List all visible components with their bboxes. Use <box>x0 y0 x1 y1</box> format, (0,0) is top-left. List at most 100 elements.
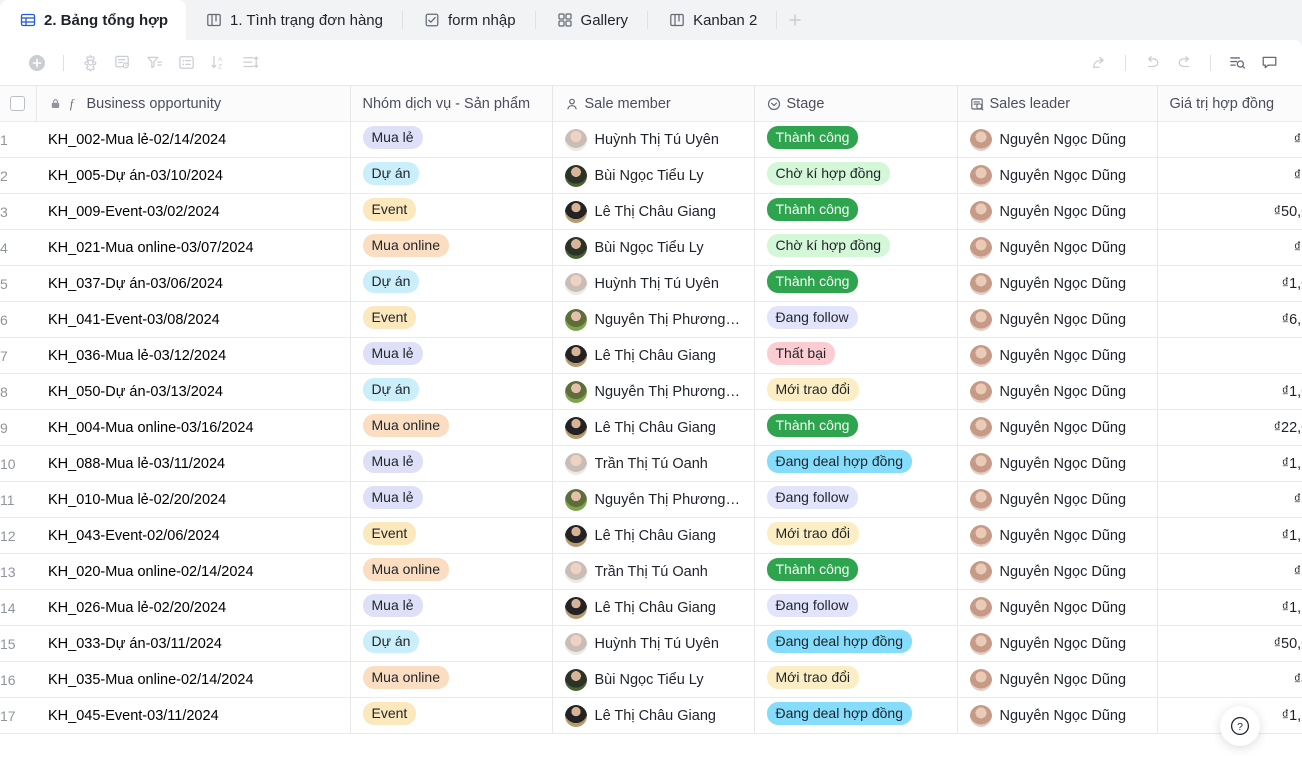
table-row[interactable]: 17 KH_045-Event-03/11/2024 Event Lê Thị Châ… <box>0 697 1302 734</box>
cell-nhom-dich-vu[interactable]: Event <box>350 193 553 230</box>
cell-sale-member[interactable]: Nguyễn Thị Phương ... <box>552 373 755 410</box>
table-row[interactable]: 16 KH_035-Mua online-02/14/2024 Mua online… <box>0 661 1302 698</box>
cell-gia-tri-hop-dong[interactable]: ₫175,0 <box>1157 121 1302 158</box>
header-business-opportunity[interactable]: f Business opportunity <box>36 85 351 122</box>
cell-sales-leader[interactable]: Nguyễn Ngọc Dũng <box>957 409 1158 446</box>
cell-sale-member[interactable]: Bùi Ngọc Tiểu Ly <box>552 229 755 266</box>
cell-gia-tri-hop-dong[interactable]: ₫1,200,0 <box>1157 517 1302 554</box>
cell-stage[interactable]: Thành công <box>754 265 958 302</box>
cell-business-opportunity[interactable]: KH_021-Mua online-03/07/2024 <box>36 229 351 266</box>
cell-sales-leader[interactable]: Nguyễn Ngọc Dũng <box>957 697 1158 734</box>
cell-gia-tri-hop-dong[interactable]: ₫1,200,0 <box>1157 445 1302 482</box>
cell-business-opportunity[interactable]: KH_033-Dự án-03/11/2024 <box>36 625 351 662</box>
tab-bang-tong-hop[interactable]: 2. Bảng tổng hợp <box>0 0 186 40</box>
group-button[interactable] <box>171 48 201 78</box>
table-row[interactable]: 10 KH_088-Mua lẻ-03/11/2024 Mua lẻ Trần Thị… <box>0 445 1302 482</box>
tab-tinh-trang-don-hang[interactable]: 1. Tình trạng đơn hàng <box>186 0 401 40</box>
cell-gia-tri-hop-dong[interactable]: ₫1,000,0 <box>1157 373 1302 410</box>
table-row[interactable]: 12 KH_043-Event-02/06/2024 Event Lê Thị Châ… <box>0 517 1302 554</box>
cell-nhom-dich-vu[interactable]: Mua lẻ <box>350 481 553 518</box>
cell-gia-tri-hop-dong[interactable]: ₫175,0 <box>1157 481 1302 518</box>
cell-stage[interactable]: Thất bại <box>754 337 958 374</box>
cell-gia-tri-hop-dong[interactable]: ₫1,000,0 <box>1157 265 1302 302</box>
cell-sale-member[interactable]: Bùi Ngọc Tiểu Ly <box>552 661 755 698</box>
cell-business-opportunity[interactable]: KH_004-Mua online-03/16/2024 <box>36 409 351 446</box>
undo-button[interactable] <box>1137 48 1167 78</box>
cell-gia-tri-hop-dong[interactable]: ₫50,000,0 <box>1157 625 1302 662</box>
header-stage[interactable]: Stage <box>754 85 958 122</box>
table-row[interactable]: 3 KH_009-Event-03/02/2024 Event Lê Thị Châu… <box>0 193 1302 230</box>
cell-sales-leader[interactable]: Nguyễn Ngọc Dũng <box>957 481 1158 518</box>
add-view-button[interactable] <box>778 0 812 40</box>
cell-sales-leader[interactable]: Nguyễn Ngọc Dũng <box>957 337 1158 374</box>
comment-button[interactable] <box>1254 48 1284 78</box>
help-button[interactable]: ? <box>1220 706 1260 746</box>
cell-nhom-dich-vu[interactable]: Mua online <box>350 553 553 590</box>
table-row[interactable]: 6 KH_041-Event-03/08/2024 Event Nguyễn Thị … <box>0 301 1302 338</box>
cell-sales-leader[interactable]: Nguyễn Ngọc Dũng <box>957 373 1158 410</box>
search-button[interactable] <box>1222 48 1252 78</box>
cell-stage[interactable]: Mới trao đổi <box>754 517 958 554</box>
table-row[interactable]: 11 KH_010-Mua lẻ-02/20/2024 Mua lẻ Nguyễn T… <box>0 481 1302 518</box>
cell-nhom-dich-vu[interactable]: Dự án <box>350 265 553 302</box>
cell-business-opportunity[interactable]: KH_005-Dự án-03/10/2024 <box>36 157 351 194</box>
cell-nhom-dich-vu[interactable]: Event <box>350 697 553 734</box>
tab-kanban-2[interactable]: Kanban 2 <box>649 0 775 40</box>
cell-sales-leader[interactable]: Nguyễn Ngọc Dũng <box>957 553 1158 590</box>
table-row[interactable]: 2 KH_005-Dự án-03/10/2024 Dự án Bùi Ngọc Ti… <box>0 157 1302 194</box>
row-height-button[interactable] <box>235 48 265 78</box>
cell-sale-member[interactable]: Lê Thị Châu Giang <box>552 193 755 230</box>
cell-business-opportunity[interactable]: KH_009-Event-03/02/2024 <box>36 193 351 230</box>
cell-stage[interactable]: Mới trao đổi <box>754 373 958 410</box>
cell-business-opportunity[interactable]: KH_036-Mua lẻ-03/12/2024 <box>36 337 351 374</box>
header-sales-leader[interactable]: Sales leader <box>957 85 1158 122</box>
cell-stage[interactable]: Đang deal hợp đồng <box>754 445 958 482</box>
cell-stage[interactable]: Chờ kí hợp đồng <box>754 229 958 266</box>
cell-sales-leader[interactable]: Nguyễn Ngọc Dũng <box>957 157 1158 194</box>
cell-gia-tri-hop-dong[interactable]: ₫1,200,0 <box>1157 589 1302 626</box>
cell-sale-member[interactable]: Lê Thị Châu Giang <box>552 337 755 374</box>
cell-sales-leader[interactable]: Nguyễn Ngọc Dũng <box>957 589 1158 626</box>
table-row[interactable]: 8 KH_050-Dự án-03/13/2024 Dự án Nguyễn Thị … <box>0 373 1302 410</box>
cell-sale-member[interactable]: Nguyễn Thị Phương ... <box>552 301 755 338</box>
view-settings-button[interactable] <box>75 48 105 78</box>
cell-sales-leader[interactable]: Nguyễn Ngọc Dũng <box>957 517 1158 554</box>
table-row[interactable]: 5 KH_037-Dự án-03/06/2024 Dự án Huỳnh Thị T… <box>0 265 1302 302</box>
cell-stage[interactable]: Thành công <box>754 193 958 230</box>
cell-nhom-dich-vu[interactable]: Mua online <box>350 409 553 446</box>
tab-gallery[interactable]: Gallery <box>537 0 647 40</box>
add-record-button[interactable] <box>22 48 52 78</box>
table-row[interactable]: 4 KH_021-Mua online-03/07/2024 Mua online B… <box>0 229 1302 266</box>
cell-business-opportunity[interactable]: KH_050-Dự án-03/13/2024 <box>36 373 351 410</box>
cell-business-opportunity[interactable]: KH_041-Event-03/08/2024 <box>36 301 351 338</box>
tab-form-nhap[interactable]: form nhập <box>404 0 534 40</box>
cell-business-opportunity[interactable]: KH_088-Mua lẻ-03/11/2024 <box>36 445 351 482</box>
cell-nhom-dich-vu[interactable]: Mua online <box>350 229 553 266</box>
table-row[interactable]: 1 KH_002-Mua lẻ-02/14/2024 Mua lẻ Huỳnh Thị… <box>0 121 1302 158</box>
cell-sale-member[interactable]: Bùi Ngọc Tiểu Ly <box>552 157 755 194</box>
cell-business-opportunity[interactable]: KH_043-Event-02/06/2024 <box>36 517 351 554</box>
cell-gia-tri-hop-dong[interactable]: ₫6,757,4 <box>1157 301 1302 338</box>
cell-nhom-dich-vu[interactable]: Mua online <box>350 661 553 698</box>
table-row[interactable]: 13 KH_020-Mua online-02/14/2024 Mua online… <box>0 553 1302 590</box>
cell-nhom-dich-vu[interactable]: Mua lẻ <box>350 445 553 482</box>
cell-sale-member[interactable]: Huỳnh Thị Tú Uyên <box>552 625 755 662</box>
cell-gia-tri-hop-dong[interactable]: ₫50,000,0 <box>1157 193 1302 230</box>
cell-stage[interactable]: Thành công <box>754 553 958 590</box>
cell-nhom-dich-vu[interactable]: Dự án <box>350 373 553 410</box>
cell-business-opportunity[interactable]: KH_020-Mua online-02/14/2024 <box>36 553 351 590</box>
cell-sales-leader[interactable]: Nguyễn Ngọc Dũng <box>957 445 1158 482</box>
cell-sales-leader[interactable]: Nguyễn Ngọc Dũng <box>957 301 1158 338</box>
redo-button[interactable] <box>1169 48 1199 78</box>
cell-sale-member[interactable]: Lê Thị Châu Giang <box>552 589 755 626</box>
table-row[interactable]: 7 KH_036-Mua lẻ-03/12/2024 Mua lẻ Lê Thị Ch… <box>0 337 1302 374</box>
header-gia-tri-hop-dong[interactable]: Giá trị hợp đồng <box>1157 85 1302 122</box>
cell-stage[interactable]: Đang deal hợp đồng <box>754 697 958 734</box>
cell-stage[interactable]: Chờ kí hợp đồng <box>754 157 958 194</box>
cell-stage[interactable]: Mới trao đổi <box>754 661 958 698</box>
cell-sale-member[interactable]: Lê Thị Châu Giang <box>552 517 755 554</box>
cell-stage[interactable]: Đang deal hợp đồng <box>754 625 958 662</box>
cell-sale-member[interactable]: Lê Thị Châu Giang <box>552 697 755 734</box>
filter-button[interactable] <box>139 48 169 78</box>
cell-sales-leader[interactable]: Nguyễn Ngọc Dũng <box>957 265 1158 302</box>
